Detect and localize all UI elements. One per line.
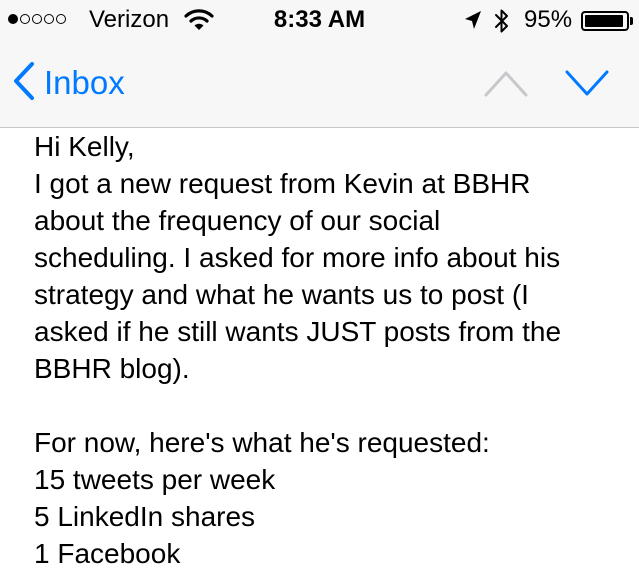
message-line: asked if he still wants JUST posts from … [34, 316, 562, 347]
message-line: about the frequency of our social [34, 205, 441, 236]
message-line: strategy and what he wants us to post (I [34, 279, 529, 310]
battery-icon [581, 11, 629, 31]
message-line: I got a new request from Kevin at BBHR [34, 168, 531, 199]
next-message-button[interactable] [563, 66, 611, 105]
status-bar: Verizon 8:33 AM 95% [0, 0, 639, 40]
message-body: Hi Kelly, I got a new request from Kevin… [34, 128, 634, 572]
location-arrow-icon [463, 9, 483, 36]
chevron-up-icon [482, 71, 530, 104]
previous-message-button[interactable] [482, 66, 530, 105]
bluetooth-icon [493, 7, 511, 40]
back-to-inbox-button[interactable]: Inbox [12, 60, 125, 106]
battery-tip [630, 17, 633, 25]
battery-fill [585, 15, 623, 27]
message-line: Hi Kelly, [34, 131, 135, 162]
message-line: 1 Facebook [34, 538, 181, 569]
message-line: For now, here's what he's requested: [34, 427, 490, 458]
message-line: BBHR blog). [34, 353, 190, 384]
battery-percent: 95% [524, 6, 573, 33]
chevron-down-icon [563, 70, 611, 104]
message-line: 15 tweets per week [34, 464, 276, 495]
message-line: scheduling. I asked for more info about … [34, 242, 561, 273]
chevron-left-icon [12, 61, 36, 106]
message-line-blank [34, 387, 634, 424]
message-line: 5 LinkedIn shares [34, 501, 256, 532]
top-bar: Verizon 8:33 AM 95% Inbox [0, 0, 639, 128]
back-button-label: Inbox [44, 64, 125, 101]
